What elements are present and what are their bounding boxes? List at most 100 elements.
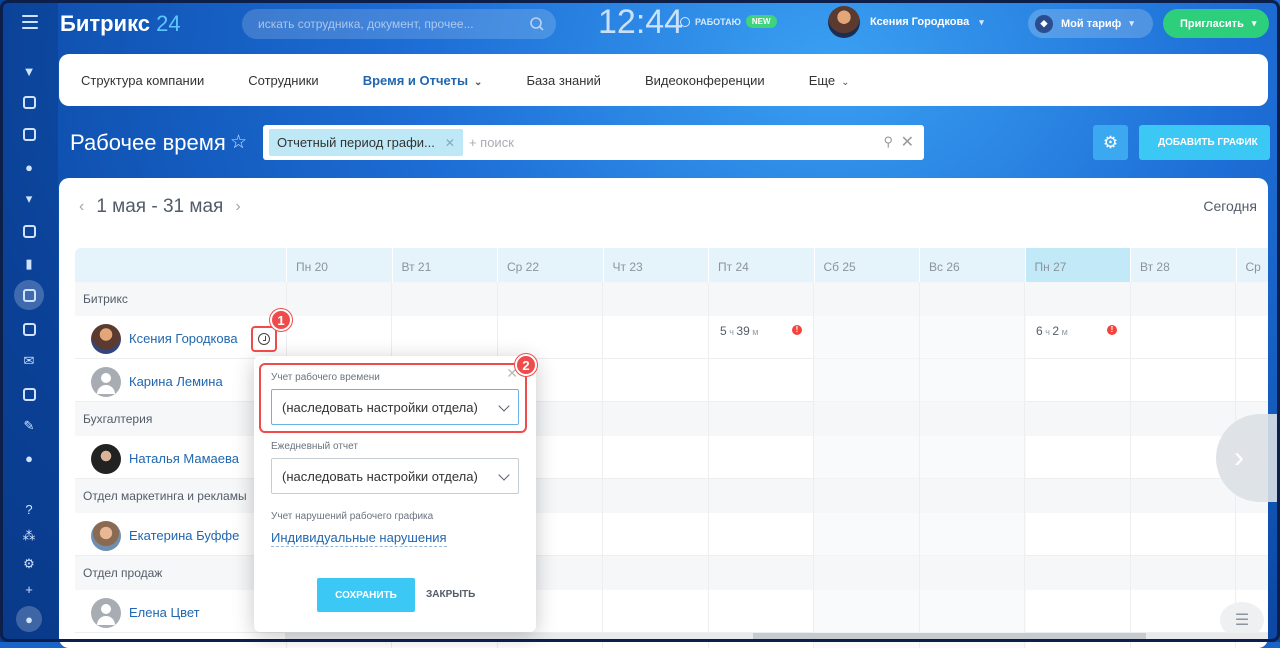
drive-icon[interactable]	[20, 320, 38, 338]
plus-icon[interactable]: +	[20, 580, 38, 598]
chevron-down-icon: ▾	[1251, 18, 1257, 28]
tab-video[interactable]: Видеоконференции	[645, 73, 765, 88]
tab-employees[interactable]: Сотрудники	[248, 73, 318, 88]
settings-button[interactable]: ⚙	[1093, 125, 1128, 160]
help-icon[interactable]: ?	[20, 500, 38, 518]
sign-icon[interactable]: ✎	[20, 417, 38, 435]
close-icon[interactable]: ✕	[445, 136, 455, 150]
report-label: Ежедневный отчет	[271, 441, 358, 452]
day-header: Пт 24	[708, 248, 814, 282]
chevron-down-icon: ⌄	[841, 76, 850, 88]
avatar	[828, 6, 860, 38]
divider	[1130, 282, 1131, 648]
warning-icon[interactable]: !	[792, 325, 802, 335]
employee-name[interactable]: Елена Цвет	[129, 605, 200, 620]
divider	[1024, 282, 1025, 648]
mail-icon[interactable]: ✉	[20, 352, 38, 370]
day-header: Ср 22	[497, 248, 603, 282]
day-header-today: Пн 27	[1024, 248, 1130, 282]
group-row: Битрикс	[75, 282, 1268, 316]
add-schedule-button[interactable]: ДОБАВИТЬ ГРАФИК	[1139, 125, 1270, 160]
employee-name[interactable]: Наталья Мамаева	[129, 451, 239, 466]
scrollbar-thumb[interactable]	[753, 633, 1146, 642]
crm-icon[interactable]: ●	[20, 158, 38, 176]
shop-icon[interactable]: ▾	[20, 190, 38, 208]
work-status[interactable]: РАБОТАЮ NEW	[680, 15, 777, 28]
filter-chip[interactable]: Отчетный период графи... ✕	[269, 129, 463, 156]
warning-icon[interactable]: !	[1107, 325, 1117, 335]
today-button[interactable]: Сегодня	[1203, 198, 1257, 214]
grid-header-left	[75, 248, 286, 282]
violations-link[interactable]: Индивидуальные нарушения	[271, 530, 447, 547]
divider	[813, 282, 814, 648]
day-header: Вт 28	[1130, 248, 1236, 282]
tracking-label: Учет рабочего времени	[271, 372, 380, 383]
filter-icon[interactable]: ▼	[20, 62, 38, 80]
tasks-icon[interactable]	[20, 125, 38, 143]
horizontal-scrollbar[interactable]	[285, 633, 1268, 642]
settings-icon[interactable]: ●	[20, 449, 38, 467]
chevron-down-icon: ▾	[1129, 18, 1134, 28]
chevron-right-icon: ›	[1234, 441, 1244, 474]
feed-icon[interactable]	[20, 93, 38, 111]
time-icon[interactable]	[14, 280, 44, 310]
tab-structure[interactable]: Структура компании	[81, 73, 204, 88]
period-label: 1 мая - 31 мая	[96, 196, 224, 217]
tab-more[interactable]: Еще ⌄	[809, 73, 850, 88]
docs-icon[interactable]	[20, 385, 38, 403]
gear-icon: ⚙	[1102, 132, 1119, 152]
worked-time[interactable]: 5 ч 39 м	[720, 324, 758, 338]
time-settings-button[interactable]	[251, 326, 277, 352]
user-name: Ксения Городкова	[870, 16, 970, 28]
app-logo[interactable]: Битрикс 24	[60, 11, 181, 37]
user-avatar-icon[interactable]: ●	[16, 606, 42, 632]
grid-header-days: Пн 20 Вт 21 Ср 22 Чт 23 Пт 24 Сб 25 Вс 2…	[286, 248, 1268, 282]
clear-icon[interactable]: ✕	[901, 132, 914, 152]
invite-button[interactable]: Пригласить ▾	[1163, 9, 1269, 38]
employee-name[interactable]: Карина Лемина	[129, 374, 223, 389]
group-label: Отдел продаж	[83, 566, 163, 580]
star-icon[interactable]: ☆	[230, 131, 247, 154]
day-header: Вт 21	[391, 248, 498, 282]
step-marker-1: 1	[270, 309, 292, 331]
avatar	[91, 444, 121, 474]
avatar	[91, 367, 121, 397]
gear-icon[interactable]: ⚙	[20, 555, 38, 573]
chevron-down-icon: ▾	[979, 16, 984, 27]
avatar	[91, 324, 121, 354]
analytics-icon[interactable]: ▮	[20, 255, 38, 273]
search-icon	[530, 17, 544, 31]
employee-name[interactable]: Екатерина Буффе	[129, 528, 239, 543]
diamond-icon: ◆	[1035, 14, 1053, 33]
divider	[602, 282, 603, 648]
chevron-right-icon[interactable]: ›	[235, 198, 240, 216]
group-label: Бухгалтерия	[83, 412, 153, 426]
chevron-left-icon[interactable]: ‹	[79, 198, 84, 216]
filter-search[interactable]: Отчетный период графи... ✕ + поиск ⚲ ✕	[263, 125, 924, 160]
tab-time-reports[interactable]: Время и Отчеты ⌄	[363, 73, 483, 88]
structure-icon[interactable]: ⁂	[20, 527, 38, 545]
menu-icon[interactable]	[22, 15, 38, 29]
close-button[interactable]: ЗАКРЫТЬ	[426, 589, 475, 600]
search-icon[interactable]: ⚲	[883, 134, 893, 150]
user-menu[interactable]: Ксения Городкова ▾	[828, 6, 984, 38]
calendar-icon[interactable]	[20, 222, 38, 240]
global-search-input[interactable]: искать сотрудника, документ, прочее...	[242, 9, 556, 39]
tariff-button[interactable]: ◆ Мой тариф ▾	[1028, 9, 1153, 38]
report-select[interactable]: (наследовать настройки отдела)	[271, 458, 519, 494]
play-icon	[680, 16, 690, 27]
day-header: Вс 26	[919, 248, 1025, 282]
new-badge: NEW	[745, 15, 777, 28]
divider	[919, 282, 920, 648]
list-icon: ☰	[1234, 612, 1250, 629]
tab-knowledge[interactable]: База знаний	[526, 73, 601, 88]
employee-name[interactable]: Ксения Городкова	[129, 331, 238, 346]
day-header: Сб 25	[813, 248, 920, 282]
chevron-down-icon: ⌄	[474, 76, 483, 88]
worked-time[interactable]: 6 ч 2 м	[1036, 324, 1068, 338]
work-status-label: РАБОТАЮ	[695, 16, 741, 27]
page-title: Рабочее время	[70, 130, 226, 155]
save-button[interactable]: СОХРАНИТЬ	[317, 578, 415, 612]
filter-placeholder: + поиск	[468, 135, 514, 150]
tracking-select[interactable]: (наследовать настройки отдела)	[271, 389, 519, 425]
